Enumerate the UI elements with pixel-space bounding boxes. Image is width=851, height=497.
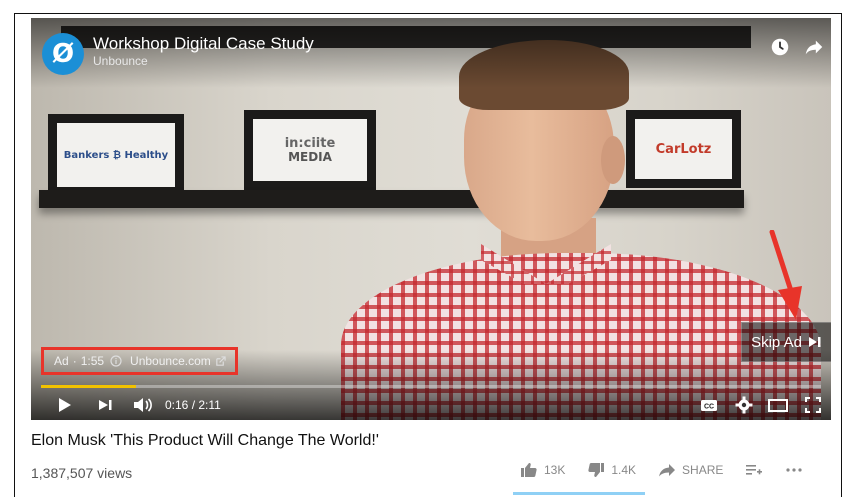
share-label: SHARE: [682, 463, 724, 477]
dislike-button[interactable]: 1.4K: [587, 462, 636, 478]
frame-logo-text: in:ciite: [284, 135, 336, 151]
add-to-playlist-button[interactable]: [745, 463, 763, 477]
external-link-icon[interactable]: [215, 355, 226, 367]
more-options-button[interactable]: [785, 467, 803, 473]
play-icon[interactable]: [57, 395, 73, 415]
ad-label: Ad: [54, 354, 69, 368]
add-to-playlist-icon: [746, 465, 763, 475]
skip-next-icon: [808, 337, 821, 347]
like-ratio-bar: [513, 492, 645, 495]
share-button[interactable]: SHARE: [658, 463, 723, 477]
share-icon: [659, 464, 676, 477]
share-arrow-icon[interactable]: [803, 36, 825, 58]
info-icon[interactable]: [110, 355, 122, 367]
thumbs-up-icon: [521, 463, 537, 477]
more-icon: [786, 468, 802, 472]
thumbs-down-icon: [588, 463, 605, 477]
dislike-count: 1.4K: [611, 463, 637, 477]
progress-played: [41, 385, 137, 388]
skip-ad-button[interactable]: Skip Ad: [741, 322, 831, 362]
theater-mode-icon[interactable]: [767, 395, 789, 415]
channel-logo-glyph: Ø: [51, 39, 75, 69]
video-player[interactable]: Bankers ₿ Healthy in:ciite MEDIA CarLotz…: [31, 18, 831, 420]
progress-bar[interactable]: [41, 385, 821, 388]
video-channel[interactable]: Unbounce: [93, 54, 148, 68]
like-button[interactable]: 13K: [520, 462, 565, 478]
volume-icon[interactable]: [132, 395, 154, 415]
action-bar: 13K 1.4K SHARE: [520, 462, 825, 478]
frame-logo-text: MEDIA: [288, 149, 332, 164]
time-display: 0:16 / 2:11: [165, 398, 221, 412]
skip-ad-label: Skip Ad: [751, 333, 802, 351]
frame-logo-text: Bankers ₿ Healthy: [63, 149, 169, 161]
next-icon[interactable]: [97, 395, 115, 415]
view-count: 1,387,507 views: [31, 465, 133, 481]
ad-url-link[interactable]: Unbounce.com: [130, 354, 211, 368]
svg-text:CC: CC: [704, 404, 714, 411]
clock-icon[interactable]: [769, 36, 791, 58]
cc-icon[interactable]: CC: [699, 395, 719, 415]
ad-separator: ·: [72, 354, 77, 368]
like-count: 13K: [544, 463, 566, 477]
ad-info-box[interactable]: Ad · 1:55 Unbounce.com: [41, 347, 238, 375]
ad-remaining-time: 1:55: [80, 354, 105, 368]
video-title[interactable]: Workshop Digital Case Study: [93, 34, 314, 54]
gear-icon[interactable]: [734, 395, 754, 415]
channel-logo[interactable]: Ø: [42, 33, 84, 75]
red-arrow-annotation: [769, 230, 802, 320]
page-title: Elon Musk 'This Product Will Change The …: [31, 432, 379, 449]
fullscreen-icon[interactable]: [803, 395, 823, 415]
wall-frame-bankers: Bankers ₿ Healthy: [48, 114, 184, 196]
